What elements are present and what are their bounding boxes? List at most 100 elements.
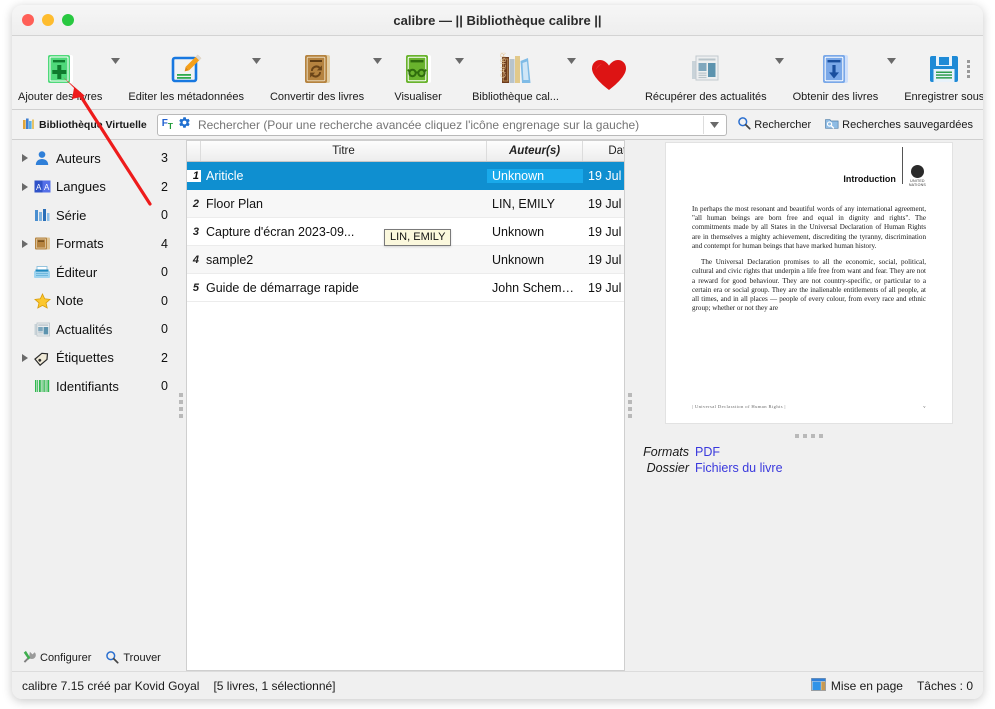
row-date: 19 Jul 2024 [588, 252, 624, 267]
details-splitter[interactable] [625, 140, 635, 671]
layout-label: Mise en page [830, 678, 903, 693]
maximize-button[interactable] [62, 14, 74, 26]
configure-label: Configurer [40, 652, 92, 664]
save-to-disk-label: Enregistrer sous [904, 90, 983, 103]
column-header-date-label: Date [608, 145, 624, 157]
view-book-button[interactable]: Visualiser [384, 43, 452, 103]
expand-arrow-icon[interactable] [18, 182, 31, 191]
row-index: 2 [192, 197, 199, 210]
sidebar-item-actualites[interactable]: Actualités 0 [12, 315, 176, 344]
expand-arrow-icon[interactable] [18, 239, 31, 248]
sidebar-item-formats[interactable]: Formats 4 [12, 230, 176, 259]
book-list-header: Titre Auteur(s) Date Taille (Mo) Note [187, 141, 624, 162]
table-row[interactable]: 4 sample2 Unknown 19 Jul 2024 0.9 [187, 246, 624, 274]
row-title: sample2 [206, 252, 254, 267]
sidebar-item-note[interactable]: Note 0 [12, 287, 176, 316]
donate-heart-button[interactable] [579, 49, 639, 97]
row-date: 19 Jul 2024 [588, 280, 624, 295]
calibre-library-button[interactable]: CALIBRE Bibliothèque cal... [466, 43, 565, 103]
find-button[interactable]: Trouver [105, 650, 161, 667]
news-icon [31, 322, 53, 337]
svg-text:CALIBRE: CALIBRE [500, 52, 507, 78]
minimize-button[interactable] [42, 14, 54, 26]
expand-arrow-icon[interactable] [18, 353, 31, 362]
edit-metadata-button[interactable]: Editer les métadonnées [122, 43, 250, 103]
details-horizontal-splitter[interactable] [635, 430, 983, 442]
window-title: calibre — || Bibliothèque calibre || [393, 12, 602, 28]
row-title: Floor Plan [206, 196, 263, 211]
search-button[interactable]: Rechercher [733, 116, 815, 133]
search-field-container[interactable]: FT [156, 113, 728, 136]
table-row[interactable]: 1 Ariticle Unknown 19 Jul 2024 1.1 [187, 162, 624, 190]
metadata-key: Dossier [646, 461, 689, 475]
calibre-library-icon: CALIBRE [497, 50, 535, 88]
column-header-index [187, 141, 201, 161]
view-book-menu-arrow[interactable] [452, 58, 466, 64]
sidebar-item-count: 2 [161, 179, 168, 194]
splitter-grip-icon [179, 393, 183, 418]
expand-arrow-icon[interactable] [18, 154, 31, 163]
convert-books-button[interactable]: Convertir des livres [264, 43, 370, 103]
toolbar-group-add: Ajouter des livres [12, 36, 122, 109]
toolbar-group-library: CALIBRE Bibliothèque cal... [466, 36, 579, 109]
table-row[interactable]: 2 Floor Plan LIN, EMILY 19 Jul 2024 0.2 [187, 190, 624, 218]
close-button[interactable] [22, 14, 34, 26]
metadata-value-formats[interactable]: PDF [695, 445, 720, 459]
get-books-menu-arrow[interactable] [884, 58, 898, 64]
get-books-button[interactable]: Obtenir des livres [787, 43, 885, 103]
metadata-value-folder[interactable]: Fichiers du livre [695, 461, 783, 475]
add-books-button[interactable]: Ajouter des livres [12, 43, 108, 103]
sidebar-item-serie[interactable]: Série 0 [12, 201, 176, 230]
edit-metadata-menu-arrow[interactable] [250, 58, 264, 64]
row-index: 1 [187, 169, 201, 182]
sidebar-item-identifiants[interactable]: Identifiants 0 [12, 372, 176, 401]
main-toolbar: Ajouter des livres Editer les métadonnée… [12, 36, 983, 110]
full-text-search-icon[interactable]: FT [162, 118, 173, 130]
cover-container: Introduction UNITED NATIONS In perhaps t… [635, 140, 983, 430]
virtual-library-button[interactable]: Bibliothèque Virtuelle [18, 117, 151, 133]
sidebar-item-etiquettes[interactable]: Étiquettes 2 [12, 344, 176, 373]
cover-header: Introduction UNITED NATIONS [692, 147, 926, 199]
status-bar: calibre 7.15 créé par Kovid Goyal [5 liv… [12, 671, 983, 699]
fetch-news-menu-arrow[interactable] [773, 58, 787, 64]
gear-icon[interactable] [178, 116, 191, 134]
magnifier-icon [737, 116, 751, 133]
sidebar-item-label: Formats [56, 236, 104, 252]
layout-button[interactable]: Mise en page [810, 677, 903, 694]
sidebar-item-auteurs[interactable]: Auteurs 3 [12, 144, 176, 173]
add-books-menu-arrow[interactable] [108, 58, 122, 64]
row-author: LIN, EMILY [492, 196, 555, 211]
author-icon [31, 150, 53, 166]
convert-books-menu-arrow[interactable] [370, 58, 384, 64]
row-title: Guide de démarrage rapide [206, 280, 359, 295]
version-text: calibre 7.15 créé par Kovid Goyal [22, 678, 200, 693]
fetch-news-button[interactable]: Récupérer des actualités [639, 43, 773, 103]
add-books-icon [41, 50, 79, 88]
calibre-library-menu-arrow[interactable] [565, 58, 579, 64]
saved-search-icon [825, 117, 839, 133]
sidebar-item-count: 2 [161, 350, 168, 365]
column-header-date[interactable]: Date [583, 141, 624, 161]
edit-metadata-label: Editer les métadonnées [128, 90, 244, 103]
author-tooltip: LIN, EMILY [384, 229, 452, 246]
search-input[interactable] [195, 116, 699, 133]
sidebar-item-editeur[interactable]: Éditeur 0 [12, 258, 176, 287]
more-vertical-icon[interactable] [961, 58, 975, 80]
fetch-news-label: Récupérer des actualités [644, 90, 767, 103]
tag-browser-footer: Configurer Trouver [12, 645, 176, 671]
book-cover[interactable]: Introduction UNITED NATIONS In perhaps t… [665, 142, 953, 424]
configure-button[interactable]: Configurer [22, 650, 91, 667]
row-title: Ariticle [206, 168, 244, 183]
column-header-title[interactable]: Titre [201, 141, 487, 161]
sidebar-item-label: Note [56, 293, 84, 309]
sidebar-splitter[interactable] [176, 140, 186, 671]
sidebar-item-label: Identifiants [56, 378, 119, 394]
table-row[interactable]: 5 Guide de démarrage rapide John Schembe… [187, 274, 624, 302]
sidebar-item-langues[interactable]: A A Langues 2 [12, 173, 176, 202]
add-books-label: Ajouter des livres [18, 90, 103, 103]
saved-searches-button[interactable]: Recherches sauvegardées [821, 117, 977, 133]
column-header-author[interactable]: Auteur(s) [487, 141, 583, 161]
row-index: 4 [192, 253, 199, 266]
search-history-dropdown[interactable] [703, 115, 724, 134]
title-bar: calibre — || Bibliothèque calibre || [12, 5, 983, 36]
